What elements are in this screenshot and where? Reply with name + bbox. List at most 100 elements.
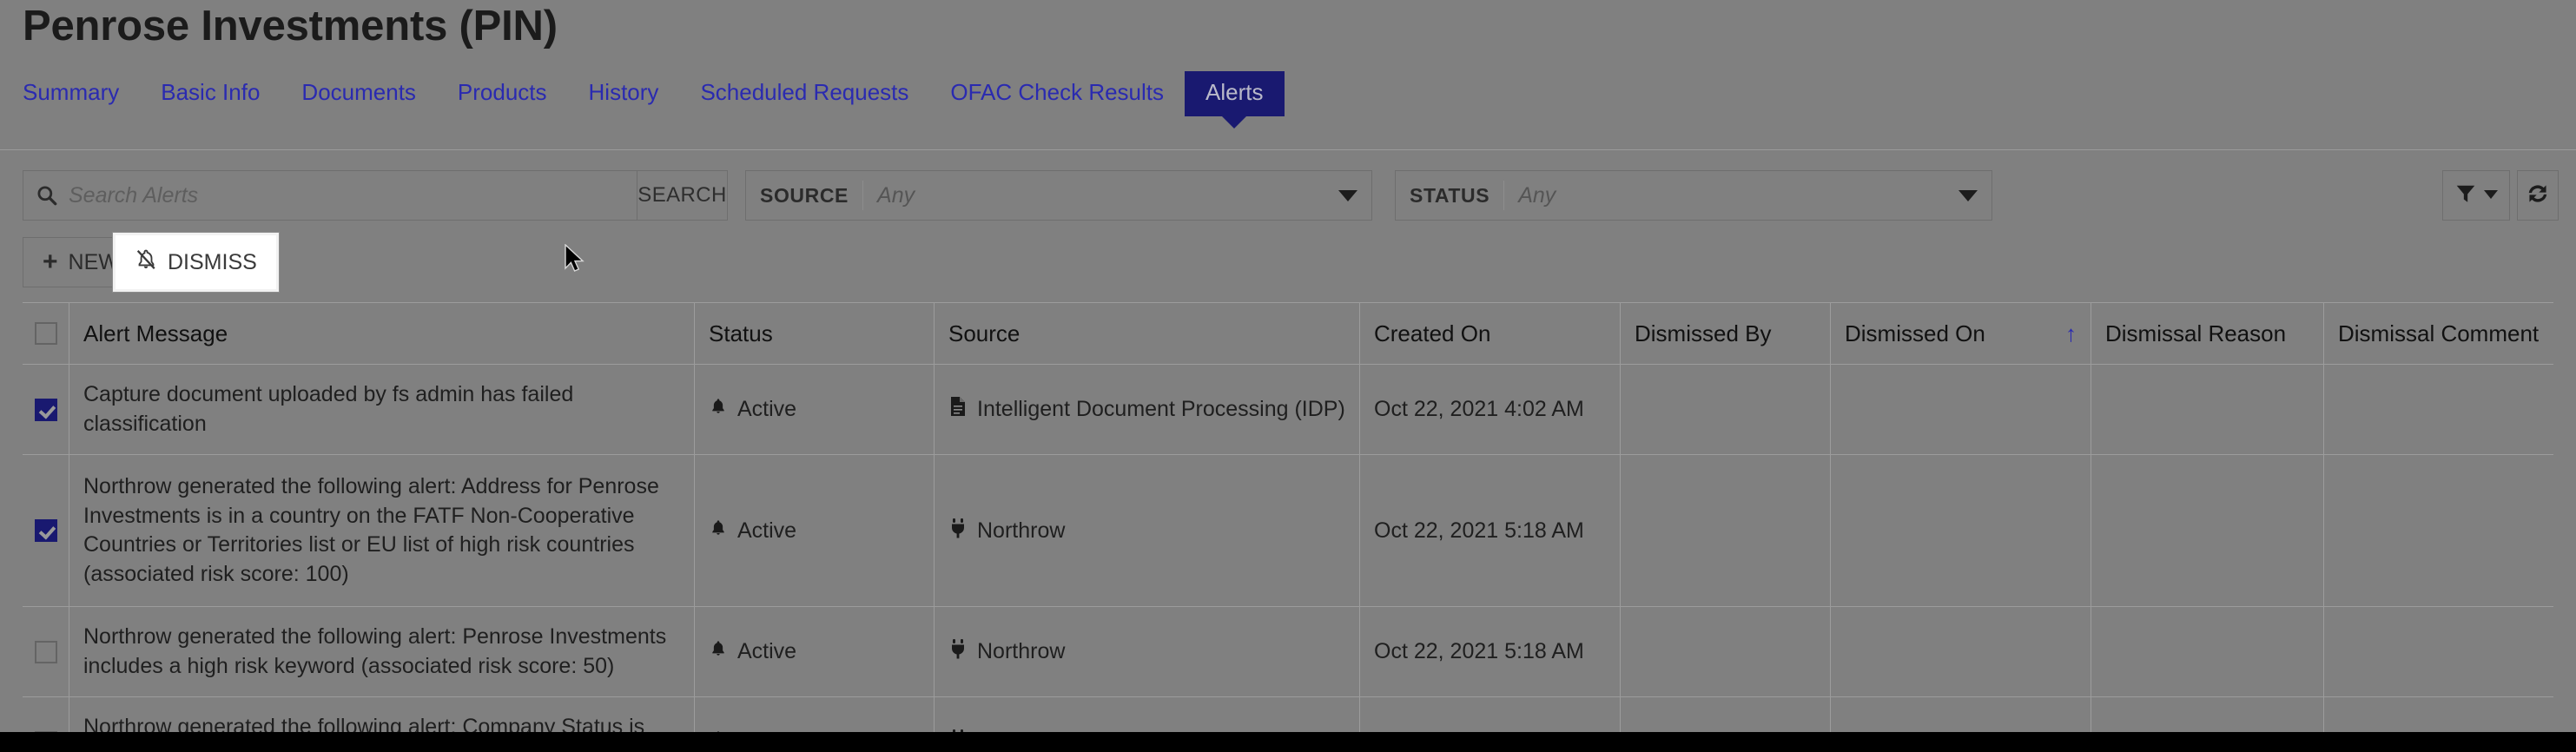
status-text: Active (737, 397, 797, 421)
cell-dismissed-by (1621, 607, 1831, 696)
column-header-dismissal-reason[interactable]: Dismissal Reason (2091, 303, 2324, 364)
row-select-checkbox[interactable] (34, 398, 57, 421)
column-header-created-on[interactable]: Created On (1360, 303, 1621, 364)
tab-ofac-check-results[interactable]: OFAC Check Results (929, 71, 1185, 116)
funnel-icon (2454, 182, 2477, 209)
table-row[interactable]: Northrow generated the following alert: … (23, 697, 2553, 732)
bell-icon (709, 397, 728, 422)
divider (862, 181, 864, 210)
filter-menu-button[interactable] (2442, 170, 2510, 221)
alert-message-text: Northrow generated the following alert: … (83, 715, 645, 732)
source-filter-value: Any (877, 182, 915, 208)
row-select-cell[interactable] (23, 365, 69, 454)
page-root: Penrose Investments (PIN) Summary Basic I… (0, 0, 2576, 732)
tab-scheduled-requests[interactable]: Scheduled Requests (679, 71, 929, 116)
filter-toolbar: Search Alerts SEARCH SOURCE Any STATUS A… (0, 165, 2576, 226)
column-header-source[interactable]: Source (935, 303, 1360, 364)
column-header-dismissed-on[interactable]: Dismissed On ↑ (1831, 303, 2091, 364)
tab-documents[interactable]: Documents (281, 71, 437, 116)
tab-history[interactable]: History (568, 71, 680, 116)
tab-products[interactable]: Products (437, 71, 568, 116)
status-filter-label: STATUS (1410, 183, 1490, 207)
column-header-label: Dismissal Comment (2338, 320, 2540, 346)
row-select-checkbox[interactable] (34, 519, 57, 542)
status-filter-value: Any (1518, 182, 1556, 208)
bell-icon (709, 518, 728, 544)
dismiss-button[interactable]: DISMISS (112, 232, 280, 293)
bell-icon (709, 639, 728, 664)
column-header-label: Status (709, 320, 773, 346)
select-all-checkbox[interactable] (34, 322, 57, 345)
cell-dismissed-on (1831, 607, 2091, 696)
search-placeholder-text: Search Alerts (69, 182, 199, 208)
cell-alert-message: Northrow generated the following alert: … (69, 607, 695, 696)
cell-dismissal-comment (2324, 455, 2553, 606)
chevron-down-icon (1958, 189, 1978, 201)
cell-alert-message: Northrow generated the following alert: … (69, 455, 695, 606)
cell-alert-message: Capture document uploaded by fs admin ha… (69, 365, 695, 454)
new-button-label: NEW (68, 249, 119, 274)
cell-alert-message: Northrow generated the following alert: … (69, 697, 695, 732)
action-toolbar: + NEW DISMISS (0, 232, 2576, 297)
tab-alerts[interactable]: Alerts (1185, 71, 1285, 129)
column-header-label: Dismissed By (1635, 320, 1772, 346)
created-on-text: Oct 22, 2021 4:02 AM (1374, 397, 1584, 421)
search-input[interactable]: Search Alerts (23, 170, 637, 221)
cell-dismissed-by (1621, 697, 1831, 732)
column-header-alert-message[interactable]: Alert Message (69, 303, 695, 364)
column-header-dismissed-by[interactable]: Dismissed By (1621, 303, 1831, 364)
source-text: Northrow (977, 639, 1066, 663)
cell-source: Northrow (935, 607, 1360, 696)
divider (1503, 181, 1505, 210)
column-header-label: Dismissed On (1845, 320, 1985, 346)
table-header-row: Alert Message Status Source Created On Dismi… (23, 303, 2553, 365)
column-header-dismissal-comment[interactable]: Dismissal Comment (2324, 303, 2553, 364)
status-text: Active (737, 639, 797, 663)
cell-created-on: Oct 22, 2021 5:18 AM (1360, 607, 1621, 696)
cell-dismissed-by (1621, 365, 1831, 454)
cell-source: Northrow (935, 455, 1360, 606)
alert-message-text: Northrow generated the following alert: … (83, 474, 659, 586)
table-row[interactable]: Northrow generated the following alert: … (23, 455, 2553, 607)
dismiss-button-label: DISMISS (168, 249, 257, 274)
select-all-checkbox-cell[interactable] (23, 303, 69, 364)
plug-icon (948, 638, 968, 665)
tab-basic-info[interactable]: Basic Info (140, 71, 281, 116)
bottom-black-bar (0, 732, 2576, 752)
bell-slash-icon (135, 248, 157, 277)
cell-created-on: Oct 22, 2021 4:02 AM (1360, 365, 1621, 454)
row-select-checkbox[interactable] (34, 640, 57, 663)
cell-dismissal-comment (2324, 697, 2553, 732)
chevron-down-icon (2484, 188, 2498, 203)
source-filter-select[interactable]: SOURCE Any (745, 170, 1372, 221)
cell-created-on: Oct 22, 2021 5:18 AM (1360, 697, 1621, 732)
search-icon (36, 184, 58, 207)
column-header-status[interactable]: Status (695, 303, 935, 364)
column-header-label: Dismissal Reason (2105, 320, 2287, 346)
column-header-label: Source (948, 320, 1020, 346)
sort-ascending-icon: ↑ (2065, 320, 2077, 346)
row-select-cell[interactable] (23, 697, 69, 732)
alert-message-text: Capture document uploaded by fs admin ha… (83, 382, 574, 436)
cell-status: Active (695, 365, 935, 454)
table-row[interactable]: Northrow generated the following alert: … (23, 607, 2553, 697)
plus-icon: + (43, 247, 58, 276)
tab-summary[interactable]: Summary (23, 71, 140, 116)
search-button[interactable]: SEARCH (637, 170, 728, 221)
refresh-icon (2526, 181, 2550, 210)
source-text: Northrow (977, 518, 1066, 543)
alerts-table: Alert Message Status Source Created On Dismi… (23, 302, 2553, 732)
cell-dismissal-comment (2324, 365, 2553, 454)
cell-dismissed-by (1621, 455, 1831, 606)
cell-dismissed-on (1831, 365, 2091, 454)
row-select-cell[interactable] (23, 607, 69, 696)
row-select-cell[interactable] (23, 455, 69, 606)
document-icon (948, 396, 968, 423)
refresh-button[interactable] (2517, 170, 2559, 221)
cell-dismissal-comment (2324, 607, 2553, 696)
status-filter-select[interactable]: STATUS Any (1395, 170, 1992, 221)
cell-dismissal-reason (2091, 607, 2324, 696)
column-header-label: Created On (1374, 320, 1491, 346)
cell-source: Northrow (935, 697, 1360, 732)
table-row[interactable]: Capture document uploaded by fs admin ha… (23, 365, 2553, 455)
